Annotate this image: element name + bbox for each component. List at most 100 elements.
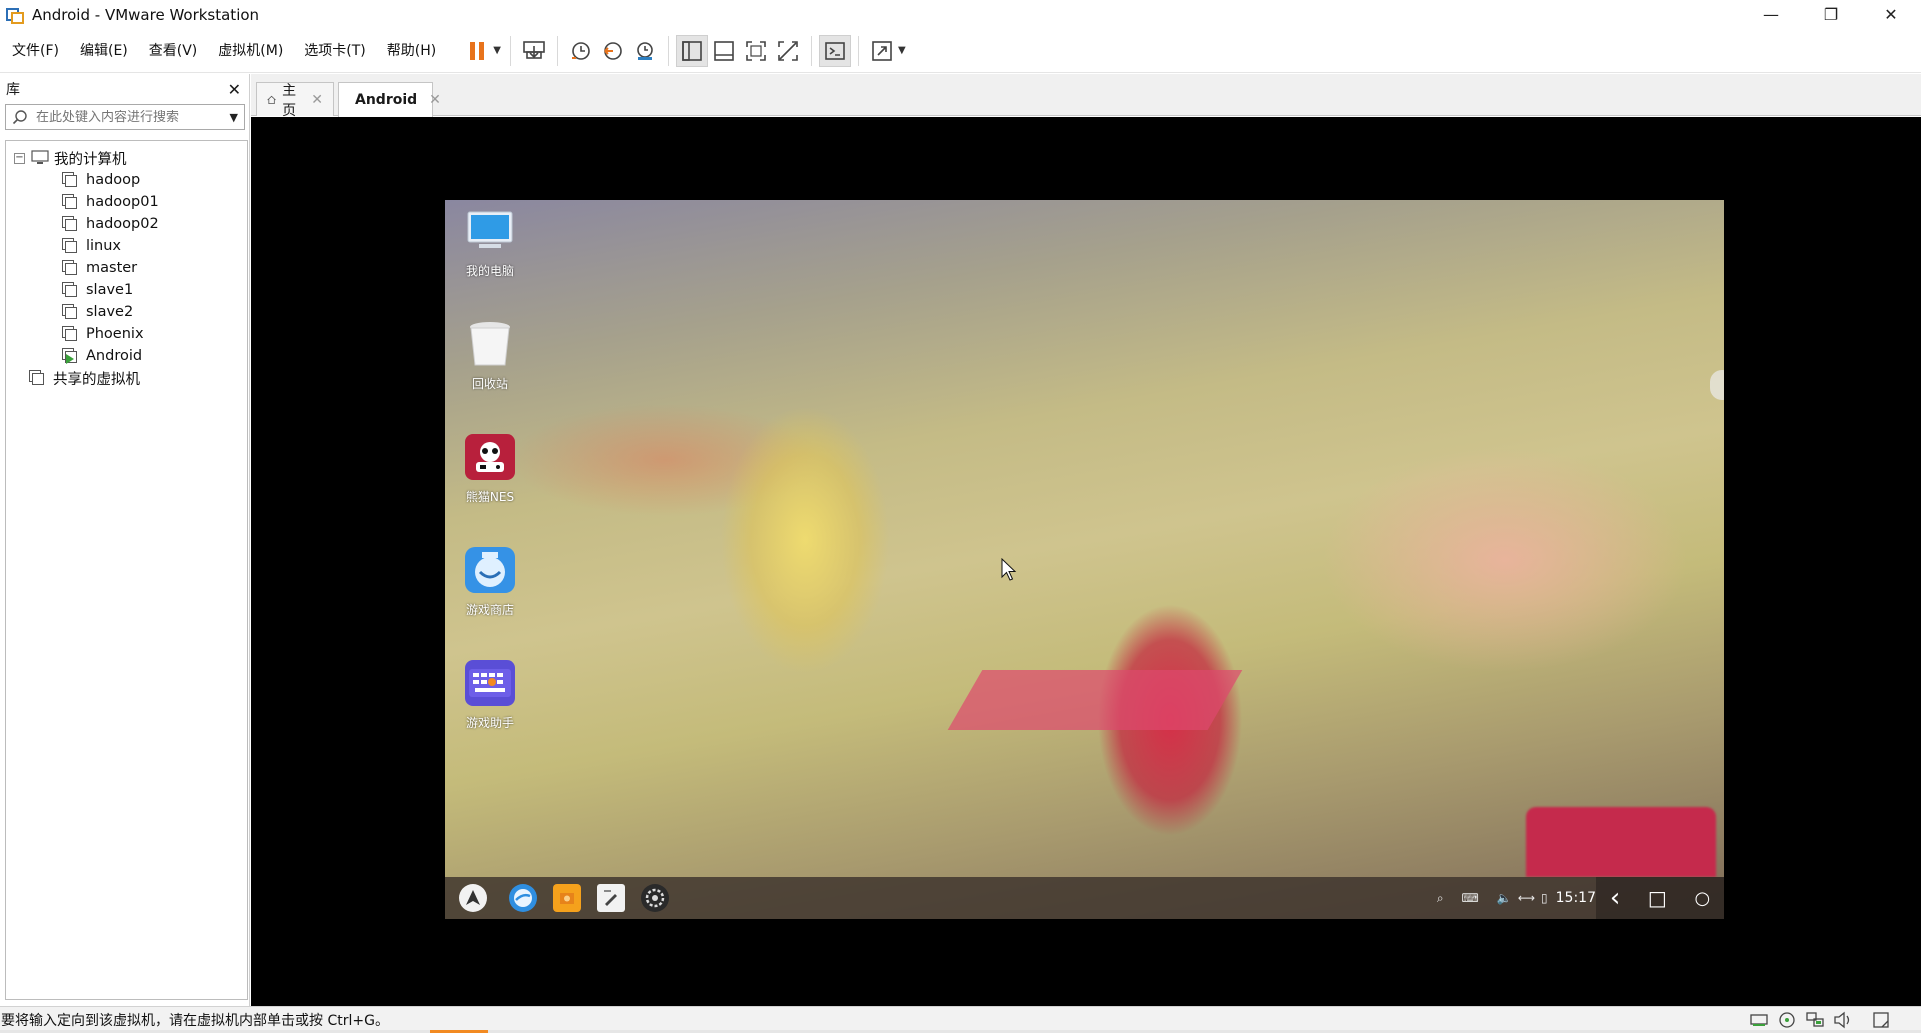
menu-file[interactable]: 文件(F) xyxy=(3,29,68,73)
minimize-button[interactable]: — xyxy=(1741,0,1801,29)
tree-item-vm[interactable]: master xyxy=(6,257,247,279)
wallpaper-decor xyxy=(1526,807,1716,877)
tree-item-vm[interactable]: hadoop01 xyxy=(6,191,247,213)
desktop-icon-label: 我的电脑 xyxy=(465,264,514,278)
launcher-button[interactable] xyxy=(459,884,487,912)
close-button[interactable]: ✕ xyxy=(1861,0,1921,29)
tree-item-my-computer[interactable]: − 我的计算机 xyxy=(6,147,247,169)
settings-icon xyxy=(645,888,665,908)
search-icon[interactable]: ⌕ xyxy=(1437,891,1444,906)
desktop-icon-label: 游戏商店 xyxy=(465,603,514,617)
side-panel-handle[interactable] xyxy=(1710,370,1724,400)
vm-icon xyxy=(62,304,78,320)
full-screen-button[interactable] xyxy=(740,35,772,67)
show-library-icon xyxy=(682,40,702,61)
stretch-icon xyxy=(872,40,892,61)
computer-icon xyxy=(465,208,515,254)
keyboard-icon[interactable]: ⌨ xyxy=(1462,891,1479,905)
desktop-icon-nes[interactable]: 熊猫NES xyxy=(455,434,525,505)
library-close-button[interactable]: ✕ xyxy=(228,80,241,99)
tree-item-label: slave2 xyxy=(86,304,134,320)
vm-icon xyxy=(62,260,78,276)
desktop-icon-label: 回收站 xyxy=(471,377,508,391)
menu-view[interactable]: 查看(V) xyxy=(140,29,207,73)
menu-bar: 文件(F) 编辑(E) 查看(V) 虚拟机(M) 选项卡(T) 帮助(H) ▼ xyxy=(0,29,1921,73)
volume-icon[interactable]: 🔈 xyxy=(1497,891,1512,905)
sound-icon[interactable] xyxy=(1833,1011,1853,1029)
settings-button[interactable] xyxy=(641,884,669,912)
show-library-button[interactable] xyxy=(675,34,708,67)
tree-item-label: Android xyxy=(86,348,143,364)
library-title: 库 xyxy=(6,82,20,98)
tree-collapse-toggle[interactable]: − xyxy=(14,152,25,164)
status-bar: 要将输入定向到该虚拟机，请在虚拟机内部单击或按 Ctrl+G。 xyxy=(0,1006,1921,1033)
desktop-icon-label: 游戏助手 xyxy=(465,716,514,730)
tree-item-label: slave1 xyxy=(86,282,134,298)
tree-item-vm[interactable]: slave2 xyxy=(6,301,247,323)
search-icon xyxy=(12,110,27,125)
network-icon[interactable]: ⟷ xyxy=(1518,891,1535,905)
tree-item-label: 我的计算机 xyxy=(54,151,127,168)
clock: 15:17 xyxy=(1555,890,1596,906)
game-store-icon xyxy=(465,547,515,593)
message-icon[interactable] xyxy=(1871,1011,1891,1029)
mouse-cursor-icon xyxy=(1001,558,1017,581)
desktop-icon-label: 熊猫NES xyxy=(465,490,515,504)
tab-home-close-icon[interactable]: ✕ xyxy=(311,92,323,108)
desktop-icon-my-computer[interactable]: 我的电脑 xyxy=(455,208,525,279)
send-ctrl-alt-del-button[interactable] xyxy=(518,35,550,67)
tree-item-vm[interactable]: Phoenix xyxy=(6,323,247,345)
tree-item-shared-vms[interactable]: 共享的虚拟机 xyxy=(6,367,247,389)
network-adapter-icon[interactable] xyxy=(1805,1011,1825,1029)
vm-icon xyxy=(62,172,78,188)
desktop-icon-game-store[interactable]: 游戏商店 xyxy=(455,547,525,618)
vmware-app-icon xyxy=(6,6,24,24)
tree-item-vm[interactable]: hadoop02 xyxy=(6,213,247,235)
home-circle-icon[interactable]: ○ xyxy=(1694,888,1710,909)
tree-item-vm[interactable]: Android xyxy=(6,345,247,367)
show-thumbnail-bar-button[interactable] xyxy=(708,35,740,67)
tab-android[interactable]: Android ✕ xyxy=(338,82,441,117)
vm-console[interactable]: 我的电脑 回收站 熊猫NES 游戏商店 游戏助手 ⌕ ⌨ 🔈 ⟷ ▯ 15:17… xyxy=(251,117,1921,1006)
revert-snapshot-button[interactable] xyxy=(597,35,629,67)
wallpaper-decor xyxy=(947,670,1243,730)
menu-help[interactable]: 帮助(H) xyxy=(378,29,445,73)
status-message: 要将输入定向到该虚拟机，请在虚拟机内部单击或按 Ctrl+G。 xyxy=(1,1013,389,1029)
back-icon[interactable]: ‹ xyxy=(1610,885,1620,911)
menu-tabs[interactable]: 选项卡(T) xyxy=(295,29,374,73)
tree-item-vm[interactable]: slave1 xyxy=(6,279,247,301)
desktop-icon-game-assistant[interactable]: 游戏助手 xyxy=(455,660,525,731)
android-desktop[interactable]: 我的电脑 回收站 熊猫NES 游戏商店 游戏助手 ⌕ ⌨ 🔈 ⟷ ▯ 15:17… xyxy=(445,200,1724,919)
tree-item-vm[interactable]: linux xyxy=(6,235,247,257)
browser-button[interactable] xyxy=(509,884,537,912)
desktop-icon-recycle-bin[interactable]: 回收站 xyxy=(455,321,525,392)
menu-vm[interactable]: 虚拟机(M) xyxy=(209,29,292,73)
tab-android-close-icon[interactable]: ✕ xyxy=(429,92,441,108)
file-manager-button[interactable] xyxy=(553,884,581,912)
take-snapshot-button[interactable] xyxy=(565,35,597,67)
hard-disk-icon[interactable] xyxy=(1749,1011,1769,1029)
tree-item-label: hadoop xyxy=(86,172,141,188)
pause-dropdown-icon[interactable]: ▼ xyxy=(493,45,501,56)
maximize-button[interactable]: ❐ xyxy=(1801,0,1861,29)
tree-item-label: linux xyxy=(86,238,122,254)
file-manager-icon xyxy=(560,893,574,904)
recents-icon[interactable]: □ xyxy=(1648,886,1667,910)
cd-rom-icon[interactable] xyxy=(1777,1011,1797,1029)
stretch-dropdown-icon[interactable]: ▼ xyxy=(898,45,906,56)
snapshot-manager-button[interactable] xyxy=(629,35,661,67)
vm-icon xyxy=(62,194,78,210)
unity-button[interactable] xyxy=(772,35,804,67)
search-dropdown-icon[interactable]: ▼ xyxy=(230,111,238,124)
tab-home[interactable]: 主页 ✕ xyxy=(256,82,334,119)
editor-button[interactable] xyxy=(597,884,625,912)
tree-item-vm[interactable]: hadoop xyxy=(6,169,247,191)
menu-edit[interactable]: 编辑(E) xyxy=(71,29,137,73)
stretch-guest-button[interactable] xyxy=(866,35,898,67)
vm-icon xyxy=(62,282,78,298)
vm-icon xyxy=(62,238,78,254)
library-search-box[interactable]: ▼ xyxy=(5,104,245,130)
pause-button[interactable] xyxy=(461,35,493,67)
console-view-button[interactable] xyxy=(818,34,851,67)
library-search-input[interactable] xyxy=(36,109,230,125)
